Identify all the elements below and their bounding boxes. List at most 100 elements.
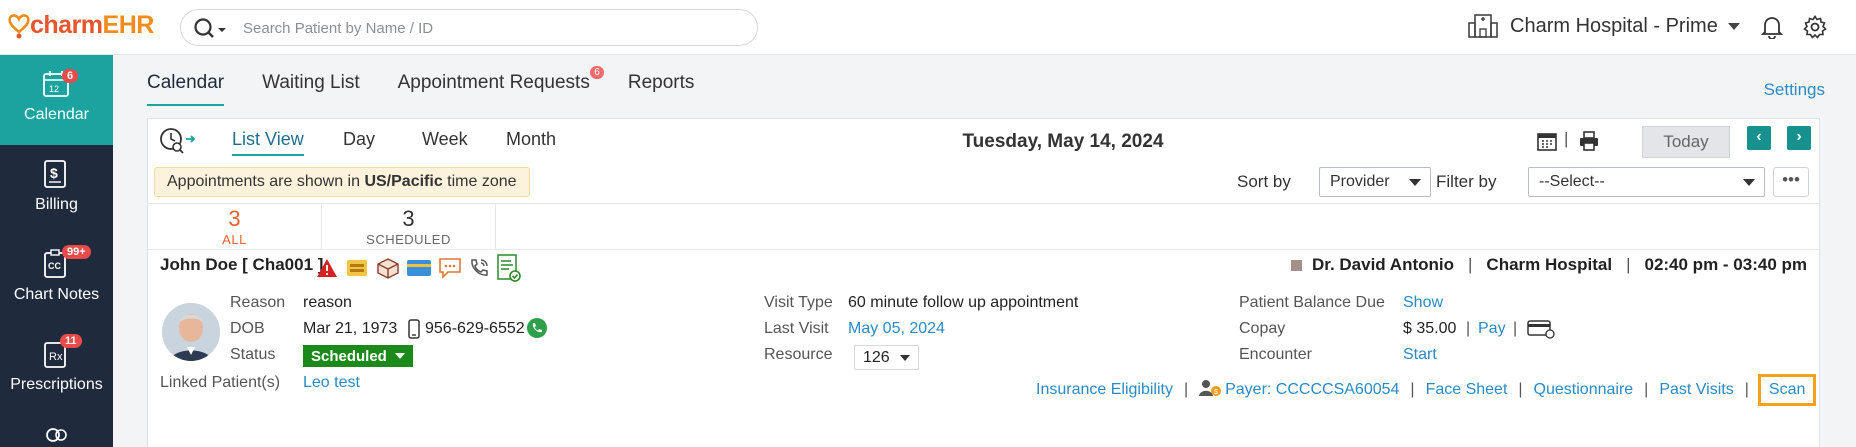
- chevron-down-icon: [1409, 179, 1421, 186]
- reason-label: Reason: [230, 294, 286, 311]
- appointment-actions: Insurance Eligibility | $ Payer: CCCCCSA…: [1036, 374, 1817, 406]
- face-sheet-link[interactable]: Face Sheet: [1426, 381, 1508, 399]
- visit-type-label: Visit Type: [764, 294, 833, 311]
- package-icon[interactable]: [376, 257, 400, 284]
- counter-all[interactable]: 3 ALL: [148, 204, 322, 250]
- view-tab-week[interactable]: Week: [422, 129, 468, 150]
- today-button[interactable]: Today: [1642, 126, 1730, 158]
- patient-icons: [316, 253, 522, 288]
- users-icon: [42, 423, 70, 447]
- sidebar-item-billing[interactable]: $ Billing: [0, 145, 113, 235]
- card-swipe-icon[interactable]: [1527, 319, 1555, 344]
- logo-text-ehr: EHR: [102, 11, 155, 39]
- calendar-panel: List View Day Week Month Tuesday, May 14…: [147, 118, 1820, 447]
- questionnaire-link[interactable]: Questionnaire: [1534, 381, 1634, 399]
- view-tab-month[interactable]: Month: [506, 129, 556, 150]
- scan-button[interactable]: Scan: [1757, 374, 1817, 406]
- call-icon[interactable]: [468, 257, 490, 284]
- filter-select[interactable]: --Select--: [1528, 167, 1765, 197]
- mobile-icon: [408, 319, 420, 344]
- linked-patient-link[interactable]: Leo test: [303, 374, 360, 392]
- view-tab-day[interactable]: Day: [343, 129, 375, 150]
- heart-icon: [8, 13, 30, 38]
- dob-value: Mar 21, 1973: [303, 320, 398, 337]
- tab-calendar[interactable]: Calendar: [147, 72, 225, 106]
- counter-label: SCHEDULED: [366, 232, 451, 247]
- tab-appointment-requests[interactable]: Appointment Requests 6: [397, 66, 604, 106]
- separator: |: [1744, 381, 1749, 398]
- patient-search-box[interactable]: Search Patient by Name / ID: [180, 9, 758, 46]
- tab-waiting-list[interactable]: Waiting List: [262, 72, 360, 106]
- tz-prefix: Appointments are shown in: [167, 173, 365, 190]
- sidebar-item-chart-notes[interactable]: CC 99+ Chart Notes: [0, 235, 113, 325]
- search-icon[interactable]: [193, 17, 227, 44]
- sort-select[interactable]: Provider: [1319, 167, 1431, 197]
- tab-label: Reports: [627, 72, 695, 93]
- tab-label: Waiting List: [262, 72, 360, 93]
- last-visit-label: Last Visit: [764, 320, 829, 337]
- card-icon[interactable]: [406, 258, 432, 283]
- document-check-icon[interactable]: [496, 253, 522, 288]
- clock-search-icon[interactable]: [158, 125, 198, 162]
- gear-icon[interactable]: [1803, 15, 1827, 44]
- facility-selector[interactable]: Charm Hospital - Prime: [1468, 13, 1740, 39]
- resource-select[interactable]: 126: [854, 345, 919, 370]
- status-dropdown[interactable]: Scheduled: [303, 345, 413, 367]
- tab-label: Appointment Requests: [397, 72, 590, 93]
- counter-scheduled[interactable]: 3 SCHEDULED: [322, 204, 496, 250]
- prev-date-button[interactable]: ‹: [1747, 126, 1771, 150]
- last-visit-link[interactable]: May 05, 2024: [848, 320, 945, 338]
- print-icon[interactable]: [1578, 130, 1600, 157]
- status-label: Status: [230, 346, 276, 363]
- chevron-down-icon: [1727, 22, 1740, 30]
- dob-label: DOB: [230, 320, 265, 337]
- alert-icon[interactable]: [316, 258, 338, 283]
- sidebar-item-more[interactable]: [0, 415, 113, 447]
- payer-link[interactable]: Payer: CCCCCSA60054: [1225, 381, 1399, 399]
- sidebar: 12 6 Calendar $ Billing CC 99+ Chart Not…: [0, 55, 113, 447]
- main-content: Calendar Waiting List Appointment Reques…: [113, 55, 1856, 447]
- more-options-button[interactable]: •••: [1773, 167, 1809, 197]
- message-icon[interactable]: [438, 257, 462, 284]
- notification-bell-icon[interactable]: [1760, 15, 1784, 44]
- copay-label: Copay: [1239, 320, 1286, 337]
- svg-text:CC: CC: [48, 261, 61, 271]
- sidebar-item-prescriptions[interactable]: Rx 11 Prescriptions: [0, 325, 113, 415]
- date-picker-icon[interactable]: [1536, 130, 1558, 157]
- status-value: Scheduled: [311, 347, 387, 365]
- charmehr-logo[interactable]: charm EHR: [8, 11, 154, 40]
- phone-value: 956-629-6552: [425, 320, 525, 337]
- phone-call-icon[interactable]: [526, 317, 548, 344]
- chevron-down-icon: [1743, 179, 1755, 186]
- separator: |: [1468, 255, 1473, 274]
- tab-reports[interactable]: Reports: [628, 72, 695, 106]
- encounter-start-link[interactable]: Start: [1403, 346, 1437, 364]
- tz-zone: US/Pacific: [364, 173, 443, 190]
- encounter-label: Encounter: [1239, 346, 1312, 363]
- billing-icon: $: [42, 159, 70, 194]
- balance-show-link[interactable]: Show: [1403, 294, 1443, 312]
- drug-tests-icon[interactable]: [344, 257, 370, 284]
- sidebar-item-label: Billing: [35, 196, 78, 213]
- patient-avatar[interactable]: [162, 303, 220, 361]
- tab-label: Calendar: [147, 72, 225, 93]
- next-date-button[interactable]: ›: [1787, 126, 1811, 150]
- appointment-provider-info: Dr. David Antonio | Charm Hospital | 02:…: [1291, 255, 1807, 275]
- sidebar-item-calendar[interactable]: 12 6 Calendar: [0, 55, 113, 145]
- patient-name[interactable]: John Doe [ Cha001 ]: [160, 255, 323, 275]
- view-tab-list[interactable]: List View: [232, 129, 304, 156]
- insurance-eligibility-link[interactable]: Insurance Eligibility: [1036, 381, 1173, 399]
- facility-name: Charm Hospital - Prime: [1510, 14, 1718, 37]
- search-input[interactable]: Search Patient by Name / ID: [243, 20, 433, 37]
- counter-count: 3: [228, 206, 241, 231]
- chevron-down-icon: [394, 353, 405, 359]
- current-date: Tuesday, May 14, 2024: [962, 131, 1164, 152]
- settings-link[interactable]: Settings: [1764, 80, 1825, 100]
- svg-text:$: $: [1214, 389, 1218, 396]
- svg-text:$: $: [50, 165, 58, 181]
- copay-value: $ 35.00: [1403, 320, 1457, 337]
- prescriptions-badge: 11: [60, 334, 82, 348]
- pay-link[interactable]: Pay: [1478, 320, 1506, 338]
- past-visits-link[interactable]: Past Visits: [1659, 381, 1733, 399]
- appointment-requests-badge: 6: [590, 66, 604, 79]
